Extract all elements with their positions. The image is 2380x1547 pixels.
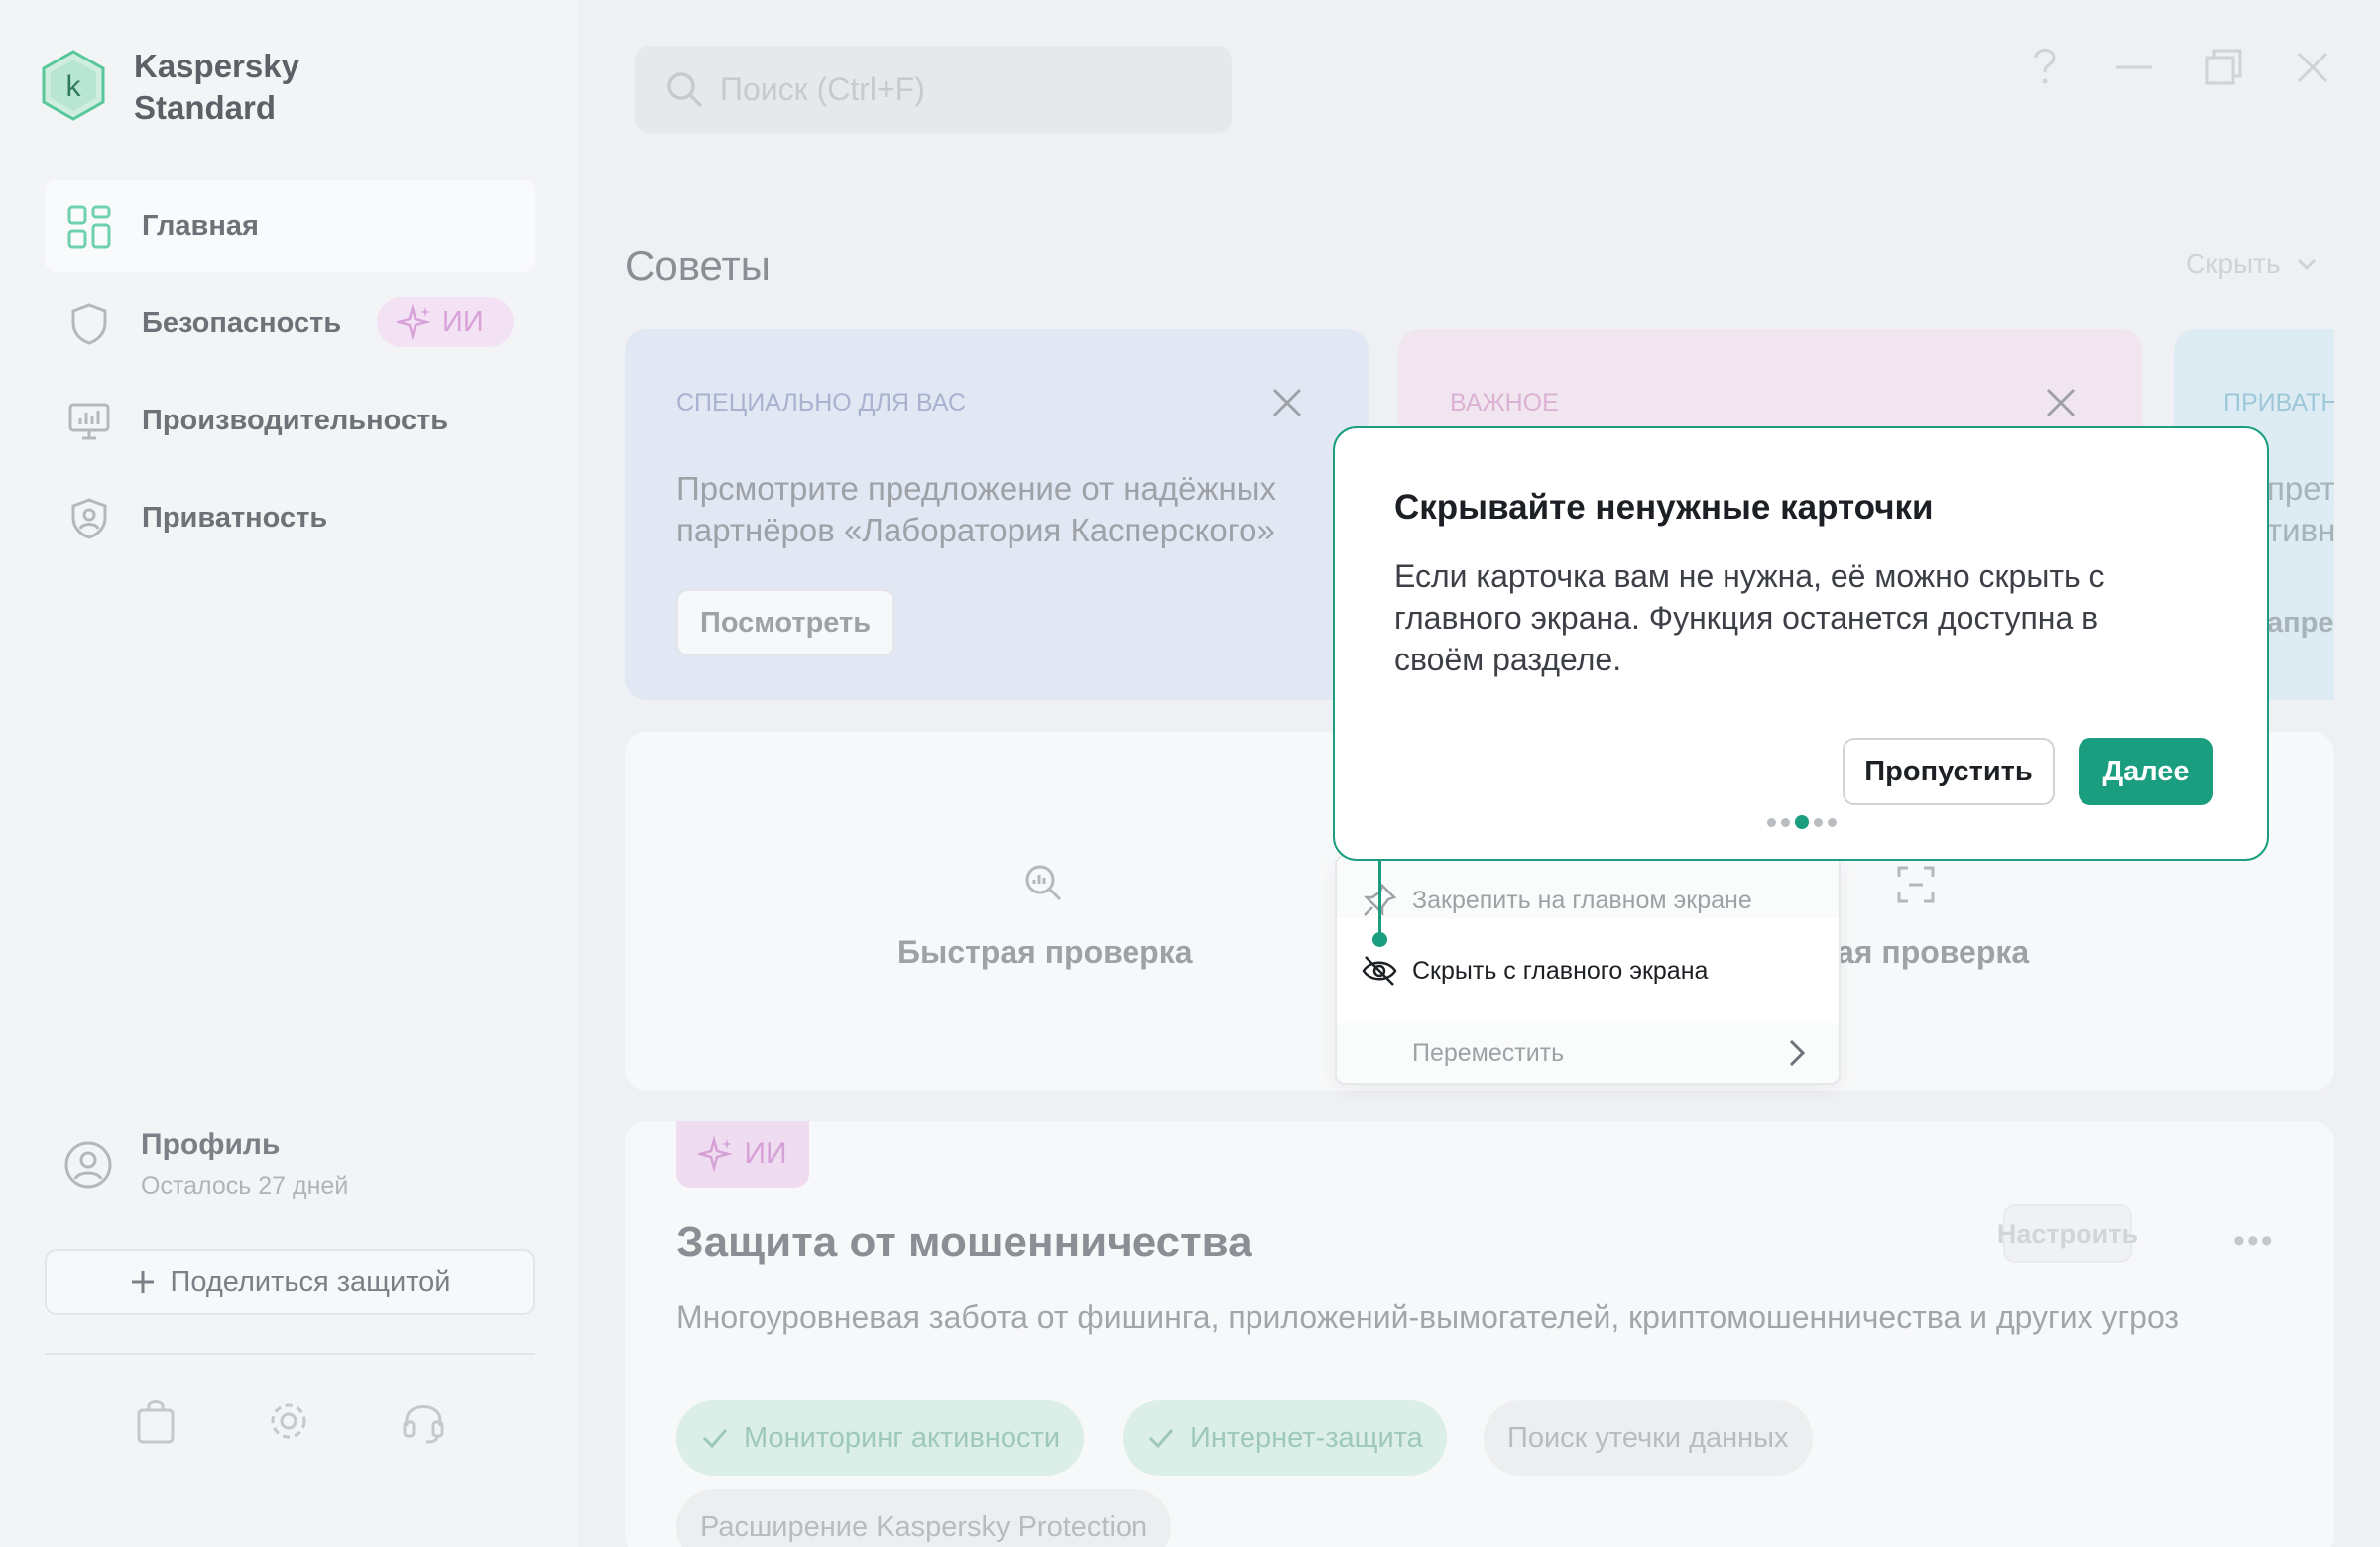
skip-button[interactable]: Пропустить <box>1843 738 2055 805</box>
search-input[interactable]: Поиск (Ctrl+F) <box>635 46 1232 133</box>
profile-subscription: Осталось 27 дней <box>141 1172 349 1200</box>
settings-gear-icon[interactable] <box>266 1396 311 1446</box>
step-dot <box>1814 817 1823 827</box>
step-indicator <box>1767 815 1837 829</box>
menu-item-label: Закрепить на главном экране <box>1412 886 1752 914</box>
ai-badge-label: ИИ <box>744 1137 787 1170</box>
check-icon <box>702 1429 728 1449</box>
tip-card-personal: СПЕЦИАЛЬНО ДЛЯ ВАС Прсмотрите предложени… <box>625 329 1368 700</box>
plus-icon <box>131 1271 154 1293</box>
profile-title[interactable]: Профиль <box>141 1129 280 1162</box>
chevron-right-icon <box>1789 1039 1806 1067</box>
menu-item-hide[interactable]: Скрыть с главного экрана <box>1337 918 1839 1023</box>
quick-scan-button[interactable]: Быстрая проверка <box>897 934 1193 971</box>
step-dot <box>1795 815 1809 829</box>
sidebar-item-label: Приватность <box>142 501 328 534</box>
tip-eyebrow: ПРИВАТН <box>2223 389 2334 416</box>
card-context-menu: Закрепить на главном экране Скрыть с гла… <box>1335 855 1841 1085</box>
quick-scan-icon <box>1025 865 1062 901</box>
sidebar-item-performance[interactable]: Производительность <box>45 375 535 466</box>
support-headset-icon[interactable] <box>401 1396 446 1446</box>
hide-tips-button[interactable]: Скрыть <box>2186 248 2319 280</box>
sidebar-item-label: Производительность <box>142 404 449 436</box>
feature-chip-kaspersky-protection[interactable]: Расширение Kaspersky Protection <box>676 1489 1172 1547</box>
monitor-icon <box>68 403 110 440</box>
sidebar-item-label: Безопасность <box>142 306 342 339</box>
tip-text-fragment: тивно <box>2267 512 2334 548</box>
sparkle-icon <box>397 304 431 340</box>
menu-item-label: Переместить <box>1412 1038 1565 1067</box>
chevron-down-icon <box>2297 258 2316 271</box>
eye-off-icon <box>1362 956 1397 986</box>
tip-eyebrow: СПЕЦИАЛЬНО ДЛЯ ВАС <box>676 389 967 416</box>
share-protection-button[interactable]: Поделиться защитой <box>45 1250 535 1315</box>
svg-text:k: k <box>66 70 82 103</box>
popover-text: Если карточка вам не нужна, её можно скр… <box>1394 558 2105 677</box>
store-bag-icon[interactable] <box>133 1396 178 1446</box>
step-dot <box>1781 817 1790 827</box>
tips-title: Советы <box>625 242 771 289</box>
sparkle-icon <box>698 1136 734 1172</box>
menu-item-move[interactable]: Переместить <box>1337 1019 1839 1087</box>
feature-chip-web-protection[interactable]: Интернет-защита <box>1123 1400 1447 1476</box>
fraud-protection-card: ИИ Защита от мошенничества Настроить •••… <box>625 1121 2334 1547</box>
fraud-description: Многоуровневая забота от фишинга, прилож… <box>676 1299 2180 1335</box>
feature-chip-label: Интернет-защита <box>1190 1421 1423 1454</box>
scan-frame-icon <box>1897 866 1935 903</box>
app-name: Kaspersky Standard <box>134 48 299 126</box>
feature-chip-label: Расширение Kaspersky Protection <box>700 1510 1148 1543</box>
sidebar: k Kaspersky Standard Главная Безопасност… <box>0 0 577 1547</box>
full-scan-button[interactable]: ая проверка <box>1837 934 2029 971</box>
onboarding-popover: Скрывайте ненужные карточки Если карточк… <box>1333 426 2269 861</box>
more-options-button[interactable]: ••• <box>2233 1222 2275 1260</box>
kaspersky-logo-icon: k <box>42 50 105 121</box>
ai-badge: ИИ <box>676 1121 809 1188</box>
step-dot <box>1828 817 1837 827</box>
tip-button-fragment[interactable]: апре <box>2267 607 2334 640</box>
feature-chip-data-leak-check[interactable]: Поиск утечки данных <box>1484 1400 1813 1476</box>
help-icon[interactable] <box>2017 40 2073 95</box>
feature-chip-activity-monitoring[interactable]: Мониторинг активности <box>676 1400 1085 1476</box>
hide-tips-label: Скрыть <box>2186 248 2281 279</box>
ai-badge-label: ИИ <box>442 305 484 338</box>
close-icon[interactable] <box>1269 385 1305 420</box>
feature-chip-label: Мониторинг активности <box>744 1421 1061 1454</box>
close-icon[interactable] <box>2043 385 2079 420</box>
shield-icon <box>71 303 107 345</box>
popover-pointer-dot <box>1372 932 1387 947</box>
sidebar-divider <box>45 1353 535 1355</box>
search-icon <box>667 72 703 108</box>
sidebar-item-privacy[interactable]: Приватность <box>45 472 535 563</box>
popover-pointer-line <box>1378 859 1381 940</box>
popover-title: Скрывайте ненужные карточки <box>1394 488 1934 527</box>
sidebar-item-label: Главная <box>142 209 259 242</box>
profile-avatar-icon[interactable] <box>63 1140 113 1190</box>
feature-chip-label: Поиск утечки данных <box>1507 1421 1789 1454</box>
minimize-icon[interactable] <box>2106 40 2162 95</box>
share-protection-label: Поделиться защитой <box>170 1265 451 1298</box>
configure-button[interactable]: Настроить <box>1997 1204 2138 1263</box>
step-dot <box>1767 817 1776 827</box>
fraud-title: Защита от мошенничества <box>676 1218 1252 1266</box>
check-icon <box>1148 1429 1174 1449</box>
privacy-shield-icon <box>71 498 107 539</box>
dashboard-icon <box>67 205 111 249</box>
restore-window-icon[interactable] <box>2196 40 2251 95</box>
sidebar-item-home[interactable]: Главная <box>45 180 535 272</box>
tip-eyebrow: ВАЖНОЕ <box>1450 389 1559 416</box>
ai-badge: ИИ <box>377 298 514 347</box>
search-placeholder: Поиск (Ctrl+F) <box>720 70 925 107</box>
view-offer-button[interactable]: Посмотреть <box>676 589 895 656</box>
next-button[interactable]: Далее <box>2079 738 2213 805</box>
close-icon[interactable] <box>2285 40 2340 95</box>
menu-item-label: Скрыть с главного экрана <box>1412 956 1709 985</box>
tip-text: Прсмотрите предложение от надёжных партн… <box>676 470 1276 548</box>
tip-text-fragment: прет <box>2267 470 2334 507</box>
